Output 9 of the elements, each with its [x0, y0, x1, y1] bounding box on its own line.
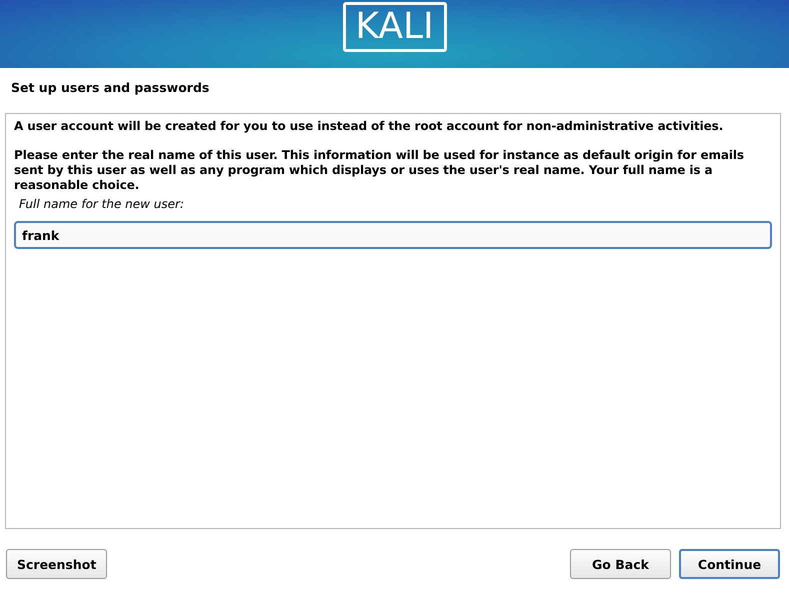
page-title: Set up users and passwords [10, 79, 210, 97]
input-field[interactable]: frank [14, 221, 772, 249]
description-text: Please enter the real name of this user. This information will be used for instance as default origin for emails sent by this user as well as any program which displays or uses the user's real name. Your full name is a reasonable choice. [14, 148, 745, 193]
field-label: Full name for the new user: [18, 197, 186, 211]
screenshot-button[interactable]: Screenshot [6, 549, 108, 579]
description-text: A user account will be created for you to use instead of the root account for non-administrative activities. [14, 119, 724, 134]
nav-button[interactable]: Continue [679, 549, 780, 579]
logo: KALI [342, 2, 446, 52]
nav-button[interactable]: Go Back [570, 549, 671, 579]
